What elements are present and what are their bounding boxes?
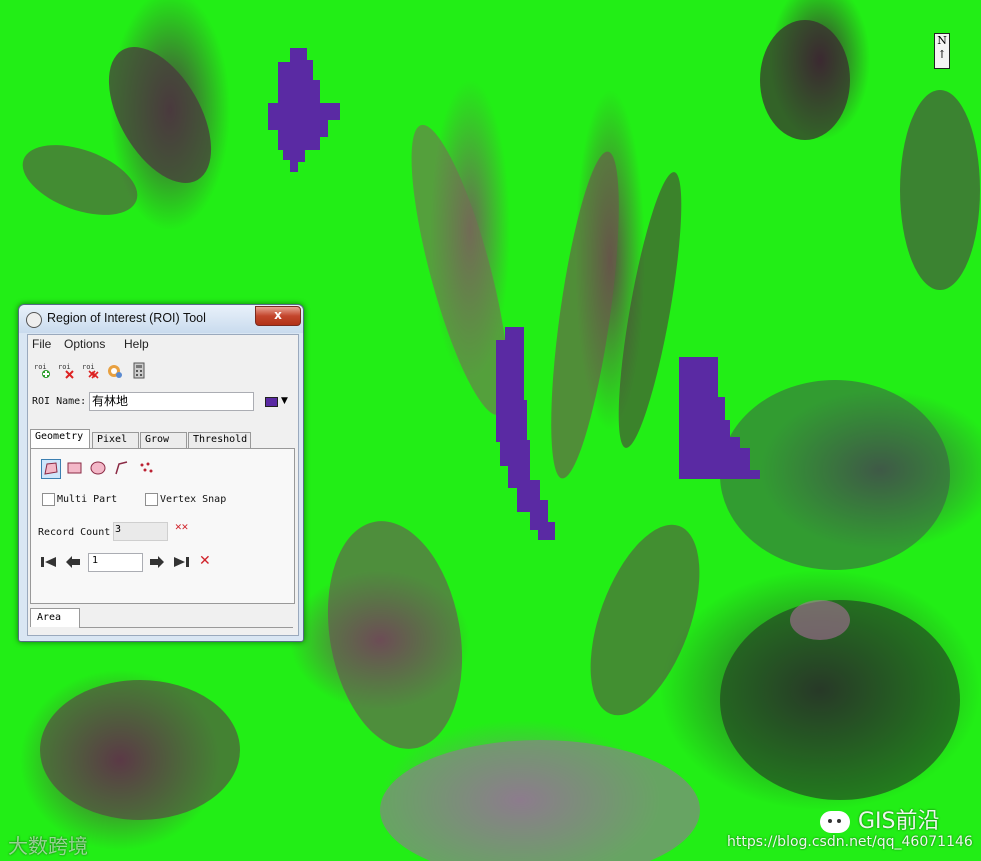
multi-part-checkbox[interactable]	[42, 493, 55, 506]
watermark-brand-text: GIS前沿	[858, 809, 940, 834]
tab-pixel[interactable]: Pixel	[92, 432, 139, 448]
tab-grow[interactable]: Grow	[140, 432, 187, 448]
divider	[79, 627, 293, 628]
previous-record-icon[interactable]	[65, 555, 81, 573]
delete-record-icon[interactable]: ✕	[199, 553, 211, 569]
menu-bar: File Options Help	[28, 335, 298, 354]
vertex-snap-label: Vertex Snap	[160, 494, 227, 505]
tab-threshold[interactable]: Threshold	[188, 432, 251, 448]
ellipse-icon[interactable]	[89, 459, 107, 477]
roi-color-swatch[interactable]	[265, 397, 278, 407]
geometry-panel: Multi Part Vertex Snap Record Count 3 ✕✕…	[30, 448, 295, 604]
roi-name-field[interactable]: 有林地	[89, 392, 254, 411]
app-icon	[26, 312, 42, 328]
delete-all-roi-icon[interactable]: roi	[82, 362, 99, 379]
first-record-icon[interactable]	[40, 555, 57, 573]
polygon-icon[interactable]	[41, 459, 61, 479]
next-record-icon[interactable]	[149, 555, 165, 573]
watermark-brand: GIS前沿	[820, 803, 940, 835]
chevron-down-icon[interactable]: ▼	[281, 396, 288, 406]
window-title: Region of Interest (ROI) Tool	[47, 311, 206, 325]
roi-name-label: ROI Name:	[32, 396, 87, 407]
point-icon[interactable]	[137, 459, 155, 477]
menu-file[interactable]: File	[32, 337, 51, 351]
rectangle-icon[interactable]	[65, 459, 83, 477]
new-roi-icon[interactable]: roi	[34, 362, 51, 379]
tab-geometry[interactable]: Geometry	[30, 429, 90, 449]
north-arrow-icon: N ↑	[934, 33, 950, 69]
delete-roi-icon[interactable]: roi	[58, 362, 75, 379]
roi-tool-dialog: Region of Interest (ROI) Tool x File Opt…	[18, 304, 304, 642]
watermark-url: https://blog.csdn.net/qq_46071146	[727, 834, 973, 850]
menu-options[interactable]: Options	[64, 337, 105, 351]
statistics-icon[interactable]	[130, 362, 147, 379]
current-record-field[interactable]: 1	[88, 553, 143, 572]
multi-part-label: Multi Part	[57, 494, 118, 505]
title-bar[interactable]: Region of Interest (ROI) Tool x	[19, 305, 303, 333]
record-count-value: 3	[113, 522, 168, 541]
delete-all-records-icon[interactable]: ✕✕	[175, 521, 188, 532]
dialog-body: File Options Help roi roi roi ROI Name: …	[27, 334, 299, 636]
tab-area[interactable]: Area	[30, 608, 80, 627]
wechat-icon	[820, 811, 850, 833]
last-record-icon[interactable]	[173, 555, 190, 573]
watermark-left-text: 大数跨境	[8, 834, 88, 858]
vertex-snap-checkbox[interactable]	[145, 493, 158, 506]
record-count-label: Record Count	[38, 527, 111, 538]
roi-options-icon[interactable]	[106, 362, 123, 379]
menu-help[interactable]: Help	[124, 337, 149, 351]
watermark-left: 大数跨境	[8, 830, 88, 859]
close-button[interactable]: x	[255, 306, 301, 326]
polyline-icon[interactable]	[113, 459, 131, 477]
